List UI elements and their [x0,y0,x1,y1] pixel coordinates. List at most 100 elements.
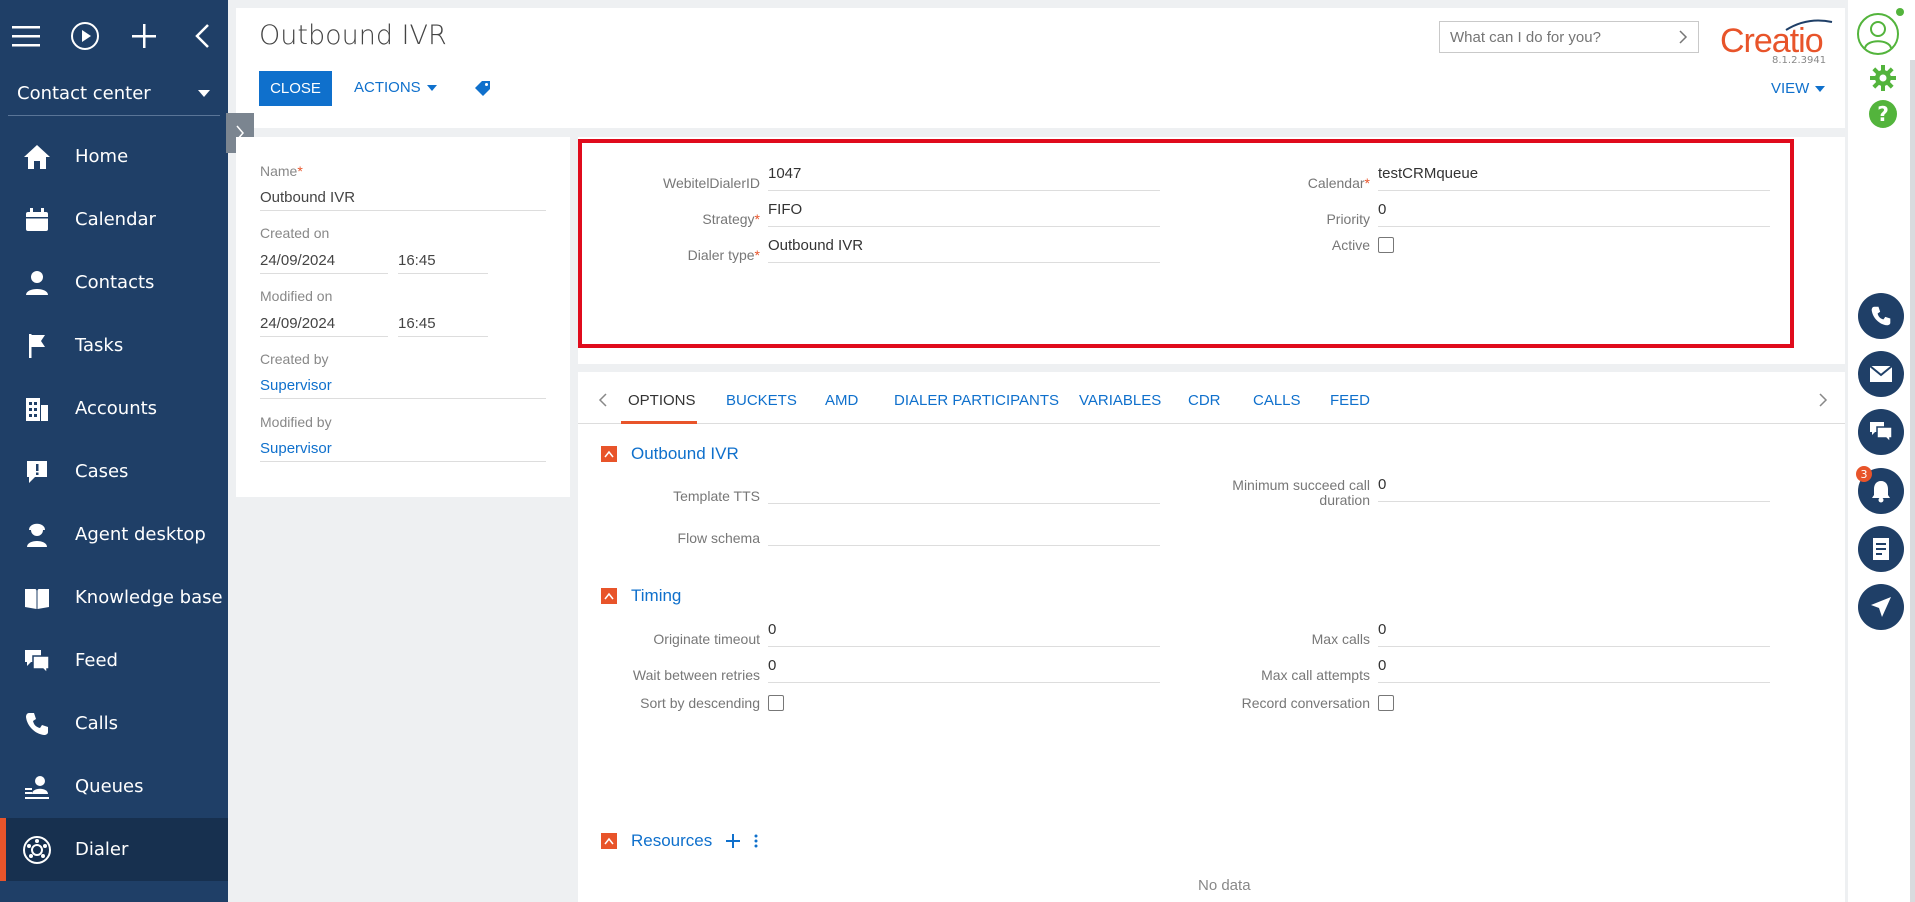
priority-label: Priority [1326,211,1370,227]
tab-feed[interactable]: FEED [1330,392,1370,409]
dialer-icon [22,835,52,865]
priority-field[interactable]: 0 [1378,201,1770,227]
menu-icon[interactable] [12,20,40,52]
tab-options[interactable]: OPTIONS [628,392,696,409]
originate-field[interactable]: 0 [768,621,1160,647]
sidebar-item-home[interactable]: Home [0,125,228,188]
tab-variables[interactable]: VARIABLES [1079,392,1161,409]
sidebar-item-agent-desktop[interactable]: Agent desktop [0,503,228,566]
strategy-row: Strategy* FIFO [598,201,1160,227]
tab-cdr[interactable]: CDR [1188,392,1221,409]
min-succeed-field[interactable]: 0 [1378,476,1770,502]
modified-by-link[interactable]: Supervisor [260,440,546,462]
modified-date-field[interactable]: 24/09/2024 [260,315,388,337]
max-calls-field[interactable]: 0 [1378,621,1770,647]
sidebar-item-cases[interactable]: Cases [0,440,228,503]
add-icon[interactable] [726,834,741,848]
sidebar-item-contacts[interactable]: Contacts [0,251,228,314]
collapse-icon[interactable] [188,20,216,52]
documents-button[interactable] [1858,526,1904,572]
chevron-right-icon[interactable] [1818,392,1828,408]
collapse-group-button[interactable] [601,446,617,462]
collapse-group-button[interactable] [601,833,617,849]
max-attempts-field[interactable]: 0 [1378,657,1770,683]
webitel-id-label: WebitelDialerID [663,175,760,191]
sidebar-item-feed[interactable]: Feed [0,629,228,692]
email-button[interactable] [1858,351,1904,397]
document-icon [1873,538,1889,560]
actions-button[interactable]: ACTIONS [354,79,437,96]
tab-amd[interactable]: AMD [825,392,858,409]
calendar-field[interactable]: testCRMqueue [1378,165,1770,191]
record-conversation-checkbox[interactable] [1378,695,1394,711]
created-time-field[interactable]: 16:45 [398,252,488,274]
actions-label: ACTIONS [354,79,421,96]
workspace-selector[interactable]: Contact center [8,72,220,116]
sidebar-item-label: Queues [75,776,144,797]
template-tts-label: Template TTS [673,488,760,504]
flow-schema-label: Flow schema [677,530,760,546]
tab-bar: OPTIONS BUCKETS AMD DIALER PARTICIPANTS … [578,372,1845,424]
book-icon [22,583,52,613]
online-status-dot [1896,8,1904,16]
created-date-field[interactable]: 24/09/2024 [260,252,388,274]
modified-time-field[interactable]: 16:45 [398,315,488,337]
workspace-label: Contact center [17,83,151,104]
play-icon[interactable] [70,20,100,52]
notification-count-badge: 3 [1856,466,1872,482]
flow-schema-row: Flow schema [578,520,1160,546]
phone-button[interactable] [1858,293,1904,339]
tabs-card: OPTIONS BUCKETS AMD DIALER PARTICIPANTS … [578,372,1845,902]
sidebar-item-tasks[interactable]: Tasks [0,314,228,377]
chat-icon [1870,422,1893,443]
scrollbar[interactable] [1910,60,1915,902]
avatar[interactable] [1856,12,1900,60]
template-tts-field[interactable] [768,478,1160,504]
tag-icon[interactable] [474,80,492,100]
chevron-right-icon[interactable] [1678,29,1688,45]
tab-dialer-participants[interactable]: DIALER PARTICIPANTS [894,392,1059,409]
dialer-type-field[interactable]: Outbound IVR [768,237,1160,263]
view-button[interactable]: VIEW [1771,80,1826,97]
more-options-icon[interactable] [754,834,758,848]
active-checkbox[interactable] [1378,237,1394,253]
max-calls-row: Max calls 0 [1178,621,1770,647]
group-title: Resources [631,831,713,850]
chat-button[interactable] [1858,409,1904,455]
record-info-panel: Name* Outbound IVR Created on 24/09/2024… [236,137,570,497]
sidebar-item-calendar[interactable]: Calendar [0,188,228,251]
strategy-field[interactable]: FIFO [768,201,1160,227]
sidebar-nav: Home Calendar Contacts Tasks Accounts Ca… [0,125,228,881]
webitel-id-field[interactable]: 1047 [768,165,1160,191]
sidebar-item-dialer[interactable]: Dialer [0,818,228,881]
record-label: Record conversation [1241,695,1370,711]
phone-icon [1871,306,1891,326]
created-by-link[interactable]: Supervisor [260,377,546,399]
close-button[interactable]: CLOSE [259,71,332,106]
chevron-left-icon[interactable] [598,392,608,408]
sort-descending-checkbox[interactable] [768,695,784,711]
sidebar-item-knowledge-base[interactable]: Knowledge base [0,566,228,629]
help-icon[interactable]: ? [1869,100,1897,128]
search-input[interactable] [1450,28,1678,46]
add-icon[interactable] [130,20,158,52]
wait-field[interactable]: 0 [768,657,1160,683]
sidebar-item-calls[interactable]: Calls [0,692,228,755]
sidebar-item-queues[interactable]: Queues [0,755,228,818]
gear-icon[interactable] [1869,64,1897,96]
collapse-group-button[interactable] [601,588,617,604]
page-title: Outbound IVR [259,20,447,51]
created-on-label: Created on [260,225,330,241]
tab-buckets[interactable]: BUCKETS [726,392,797,409]
wait-row: Wait between retries 0 [578,657,1160,683]
name-label: Name* [260,163,303,179]
contact-icon [22,268,52,298]
tab-calls[interactable]: CALLS [1253,392,1301,409]
email-icon [1869,365,1893,382]
name-field[interactable]: Outbound IVR [260,189,546,211]
sidebar-item-accounts[interactable]: Accounts [0,377,228,440]
send-button[interactable] [1858,584,1904,630]
sidebar-item-label: Contacts [75,272,155,293]
flow-schema-field[interactable] [768,520,1160,546]
modified-on-label: Modified on [260,288,333,304]
